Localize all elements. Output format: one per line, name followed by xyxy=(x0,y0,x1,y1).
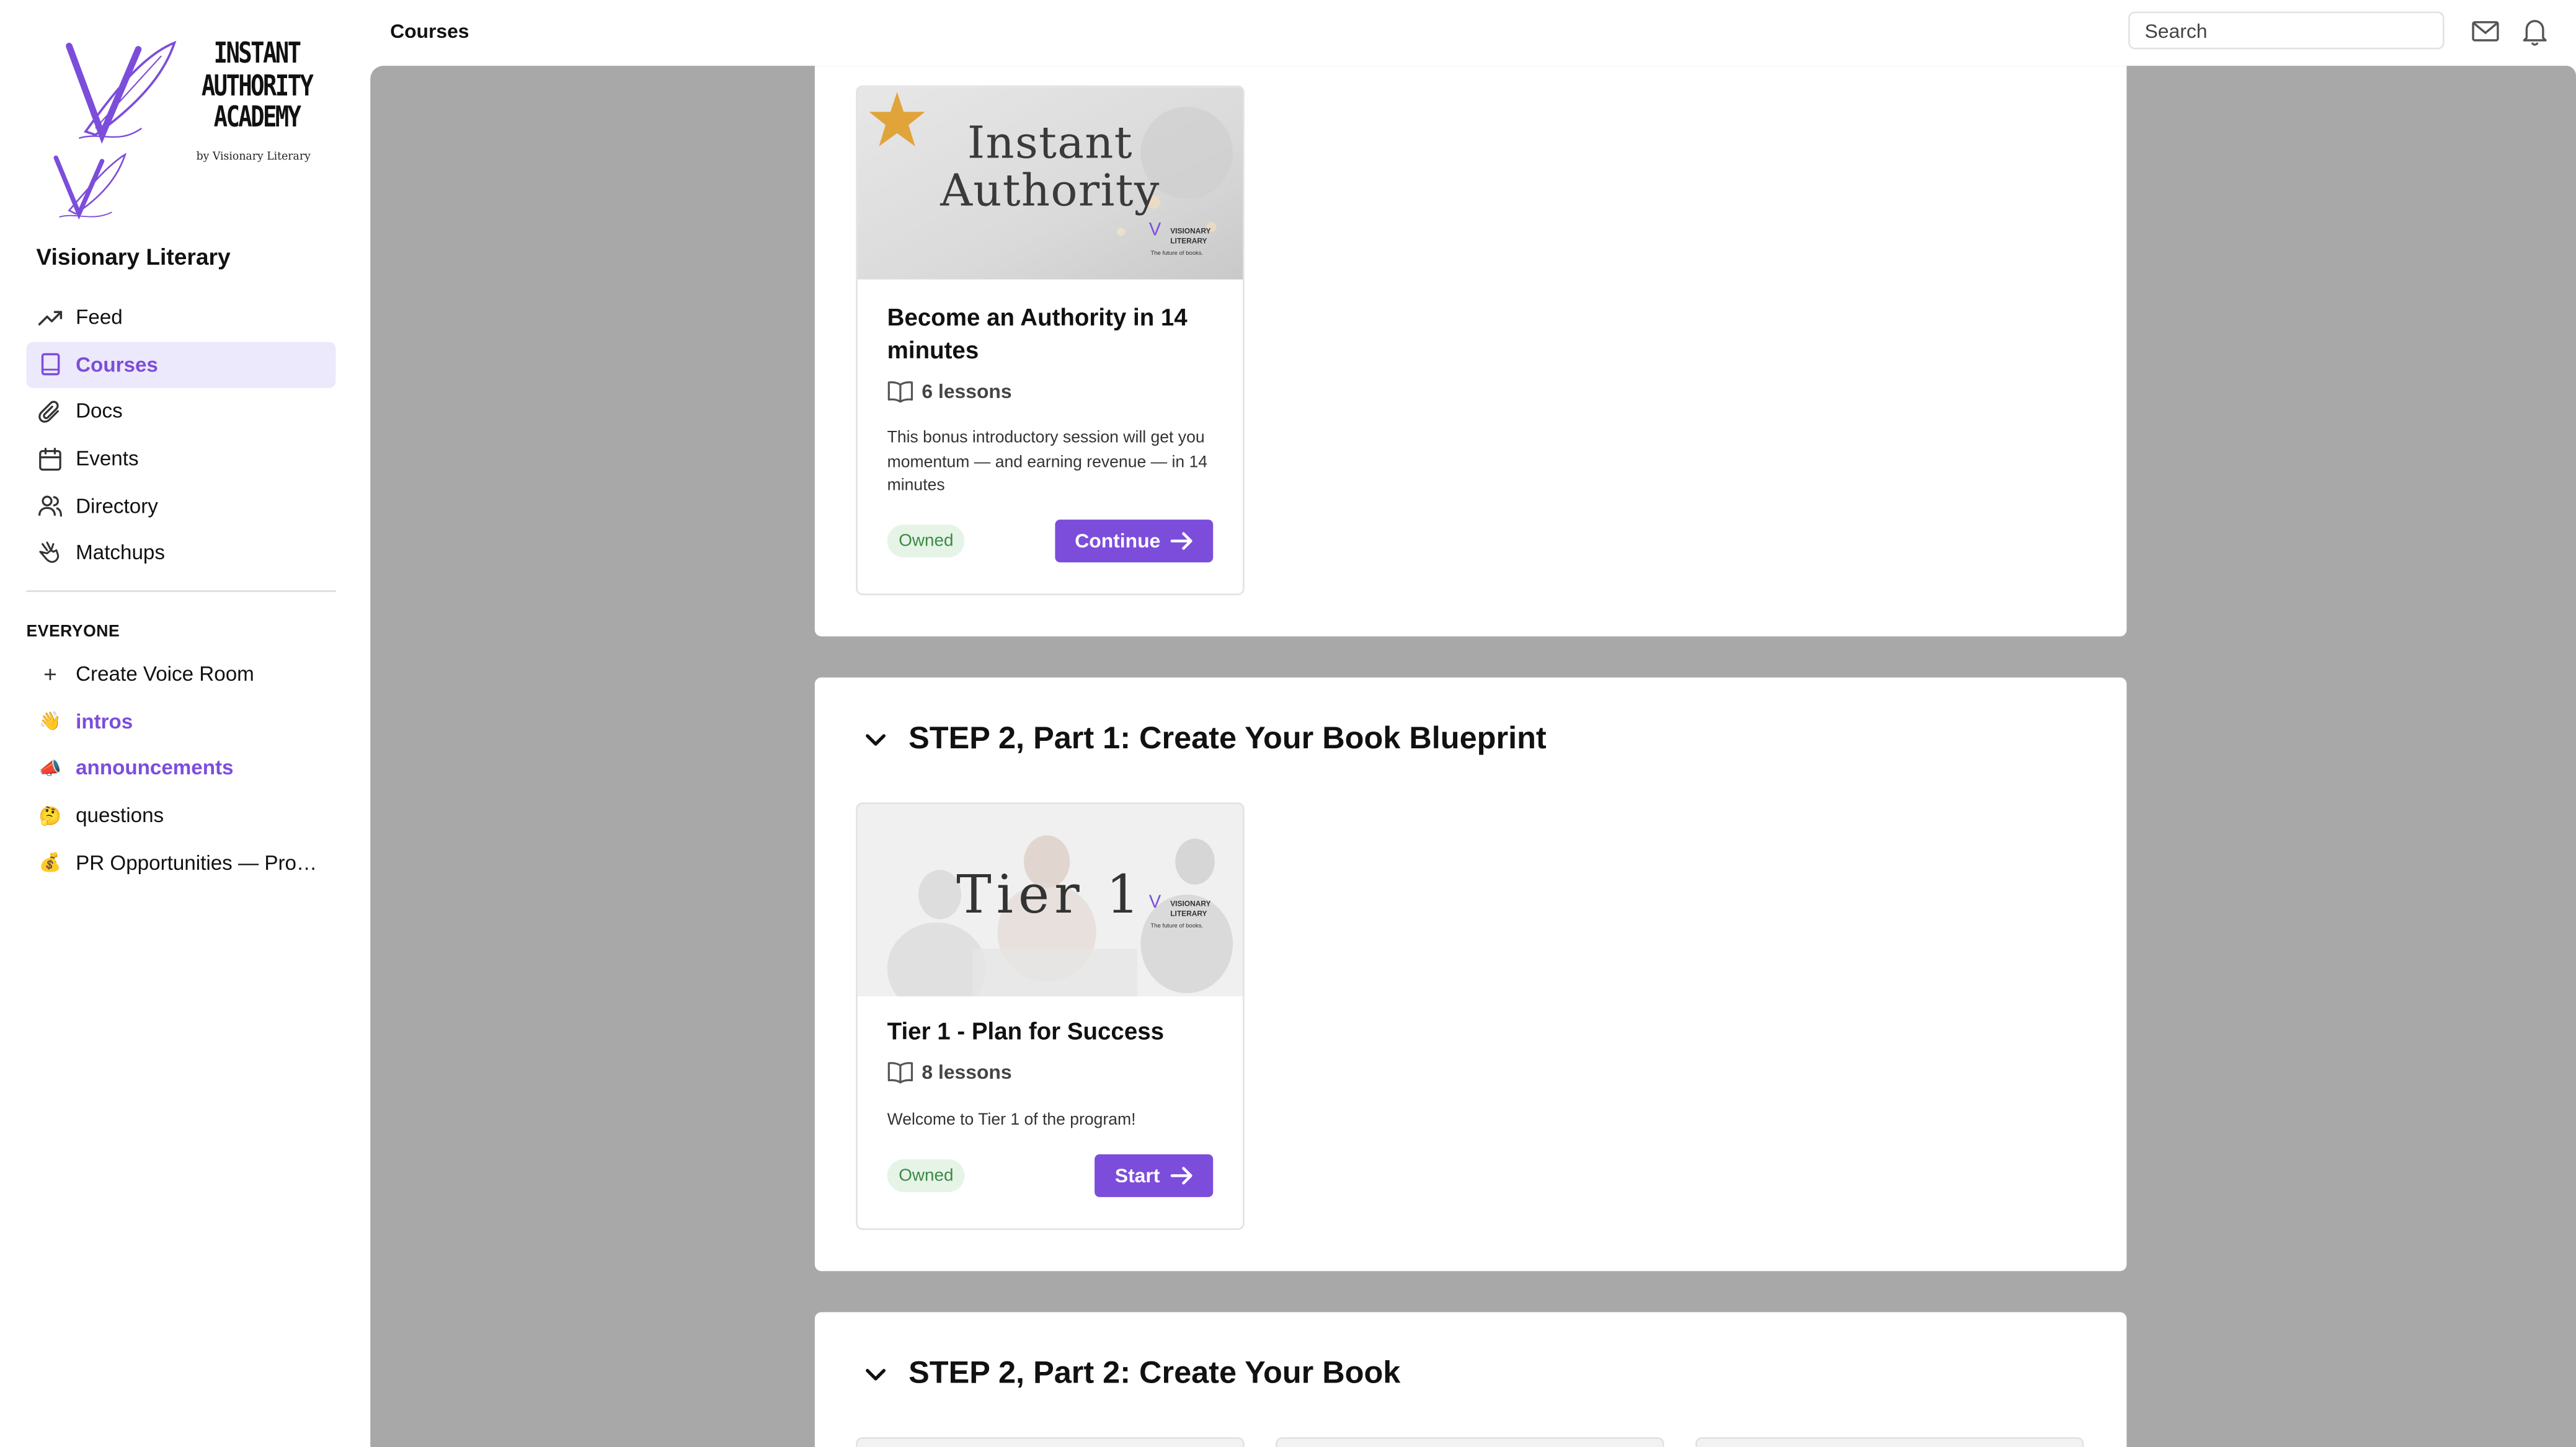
handshake-icon xyxy=(38,541,63,565)
top-bar: Courses xyxy=(370,0,2576,66)
continue-button[interactable]: Continue xyxy=(1055,520,1214,563)
course-card[interactable] xyxy=(1695,1437,2084,1447)
sidebar-item-directory[interactable]: Directory xyxy=(26,482,335,529)
course-description: This bonus introductory session will get… xyxy=(887,429,1208,495)
channel-list: + Create Voice Room 👋 intros 📣 announcem… xyxy=(26,651,335,886)
users-icon xyxy=(38,493,63,518)
course-title[interactable]: Become an Authority in 14 minutes xyxy=(887,303,1217,368)
book-icon xyxy=(38,353,63,378)
owned-badge: Owned xyxy=(887,524,966,558)
sidebar-item-label: Docs xyxy=(76,400,123,423)
cover-brand: V VISIONARY LITERARY The future of books… xyxy=(1148,220,1211,257)
arrow-right-icon xyxy=(1170,1166,1193,1185)
arrow-right-icon xyxy=(1170,531,1193,551)
channel-label: questions xyxy=(76,804,164,828)
quill-v-logo-icon xyxy=(53,40,177,220)
sidebar-item-label: Events xyxy=(76,447,139,471)
sidebar-item-feed[interactable]: Feed xyxy=(26,294,335,342)
open-book-icon xyxy=(887,380,913,403)
course-section: STEP 2, Part 2: Create Your Book xyxy=(814,1312,2127,1447)
sidebar-item-events[interactable]: Events xyxy=(26,435,335,482)
course-section: Instant Authority V VISIONARY LITERARY T… xyxy=(814,66,2127,637)
app-window: INSTANT AUTHORITY ACADEMY by Visionary L… xyxy=(0,0,2576,1447)
brand-v-icon: V xyxy=(1148,893,1161,913)
bell-icon[interactable] xyxy=(2518,15,2551,48)
sidebar-nav: Feed Courses Docs Events Directory Match… xyxy=(26,294,336,577)
sidebar-item-courses[interactable]: Courses xyxy=(26,341,336,389)
page-title: Courses xyxy=(390,19,469,43)
sidebar-item-matchups[interactable]: Matchups xyxy=(26,529,335,577)
lesson-count: 6 lessons xyxy=(887,380,1012,403)
plus-icon: + xyxy=(43,662,57,688)
course-card[interactable]: Tier 1 V VISIONARY LITERARY The future o… xyxy=(856,802,1245,1230)
sidebar-item-label: Courses xyxy=(76,353,158,377)
lesson-count: 8 lessons xyxy=(887,1061,1012,1084)
course-cover-image: Tier 1 V VISIONARY LITERARY The future o… xyxy=(857,803,1243,997)
section-label-everyone: EVERYONE xyxy=(26,623,120,642)
thinking-face-icon: 🤔 xyxy=(38,807,62,826)
brand-v-icon: V xyxy=(1148,220,1161,241)
channel-announcements[interactable]: 📣 announcements xyxy=(26,745,335,792)
channel-pr-opportunities[interactable]: 💰 PR Opportunities — Pro_El... xyxy=(26,839,335,887)
section-title: STEP 2, Part 1: Create Your Book Bluepri… xyxy=(908,722,1547,757)
course-card[interactable] xyxy=(856,1437,1245,1447)
waving-hand-icon: 👋 xyxy=(38,712,62,733)
cover-title: Tier 1 xyxy=(956,863,1145,926)
course-card[interactable] xyxy=(1276,1437,1664,1447)
channel-questions[interactable]: 🤔 questions xyxy=(26,792,335,839)
section-title: STEP 2, Part 2: Create Your Book xyxy=(908,1356,1401,1391)
open-book-icon xyxy=(887,1061,913,1084)
section-header[interactable]: STEP 2, Part 1: Create Your Book Bluepri… xyxy=(863,722,1547,758)
cover-brand: V VISIONARY LITERARY The future of books… xyxy=(1148,893,1211,929)
calendar-icon xyxy=(38,446,63,471)
money-bag-icon: 💰 xyxy=(38,853,62,874)
community-logo[interactable]: INSTANT AUTHORITY ACADEMY by Visionary L… xyxy=(46,30,326,224)
chevron-down-icon[interactable] xyxy=(863,727,889,753)
owned-badge: Owned xyxy=(887,1159,966,1192)
channel-label: PR Opportunities — Pro_El... xyxy=(76,851,326,875)
logo-wordmark: INSTANT AUTHORITY ACADEMY xyxy=(201,38,314,135)
paperclip-icon xyxy=(38,399,63,424)
mail-icon[interactable] xyxy=(2469,15,2502,48)
sidebar-divider xyxy=(26,590,336,592)
course-card[interactable]: Instant Authority V VISIONARY LITERARY T… xyxy=(856,85,1245,596)
sidebar-item-label: Directory xyxy=(76,494,158,518)
start-button[interactable]: Start xyxy=(1095,1154,1214,1197)
main-content[interactable]: Instant Authority V VISIONARY LITERARY T… xyxy=(370,66,2576,1447)
sidebar-item-docs[interactable]: Docs xyxy=(26,388,335,435)
channel-intros[interactable]: 👋 intros xyxy=(26,698,335,745)
channel-label: intros xyxy=(76,710,133,733)
chevron-down-icon[interactable] xyxy=(863,1361,889,1387)
section-header[interactable]: STEP 2, Part 2: Create Your Book xyxy=(863,1356,1400,1392)
community-name[interactable]: Visionary Literary xyxy=(36,244,230,270)
megaphone-icon: 📣 xyxy=(38,759,62,780)
channel-label: announcements xyxy=(76,757,234,781)
trending-up-icon xyxy=(38,306,63,330)
course-cover-image: Instant Authority V VISIONARY LITERARY T… xyxy=(857,87,1243,280)
sidebar: INSTANT AUTHORITY ACADEMY by Visionary L… xyxy=(0,0,371,1447)
course-section: STEP 2, Part 1: Create Your Book Bluepri… xyxy=(814,677,2127,1272)
course-description: Welcome to Tier 1 of the program! xyxy=(887,1111,1136,1130)
sidebar-item-label: Feed xyxy=(76,306,123,330)
logo-byline: by Visionary Literary xyxy=(196,149,311,163)
search-input[interactable] xyxy=(2128,11,2445,50)
channel-label: Create Voice Room xyxy=(76,663,254,686)
course-title[interactable]: Tier 1 - Plan for Success xyxy=(887,1016,1217,1049)
sidebar-item-label: Matchups xyxy=(76,541,165,565)
cover-title: Instant Authority xyxy=(940,118,1160,218)
create-voice-room-button[interactable]: + Create Voice Room xyxy=(26,651,335,698)
